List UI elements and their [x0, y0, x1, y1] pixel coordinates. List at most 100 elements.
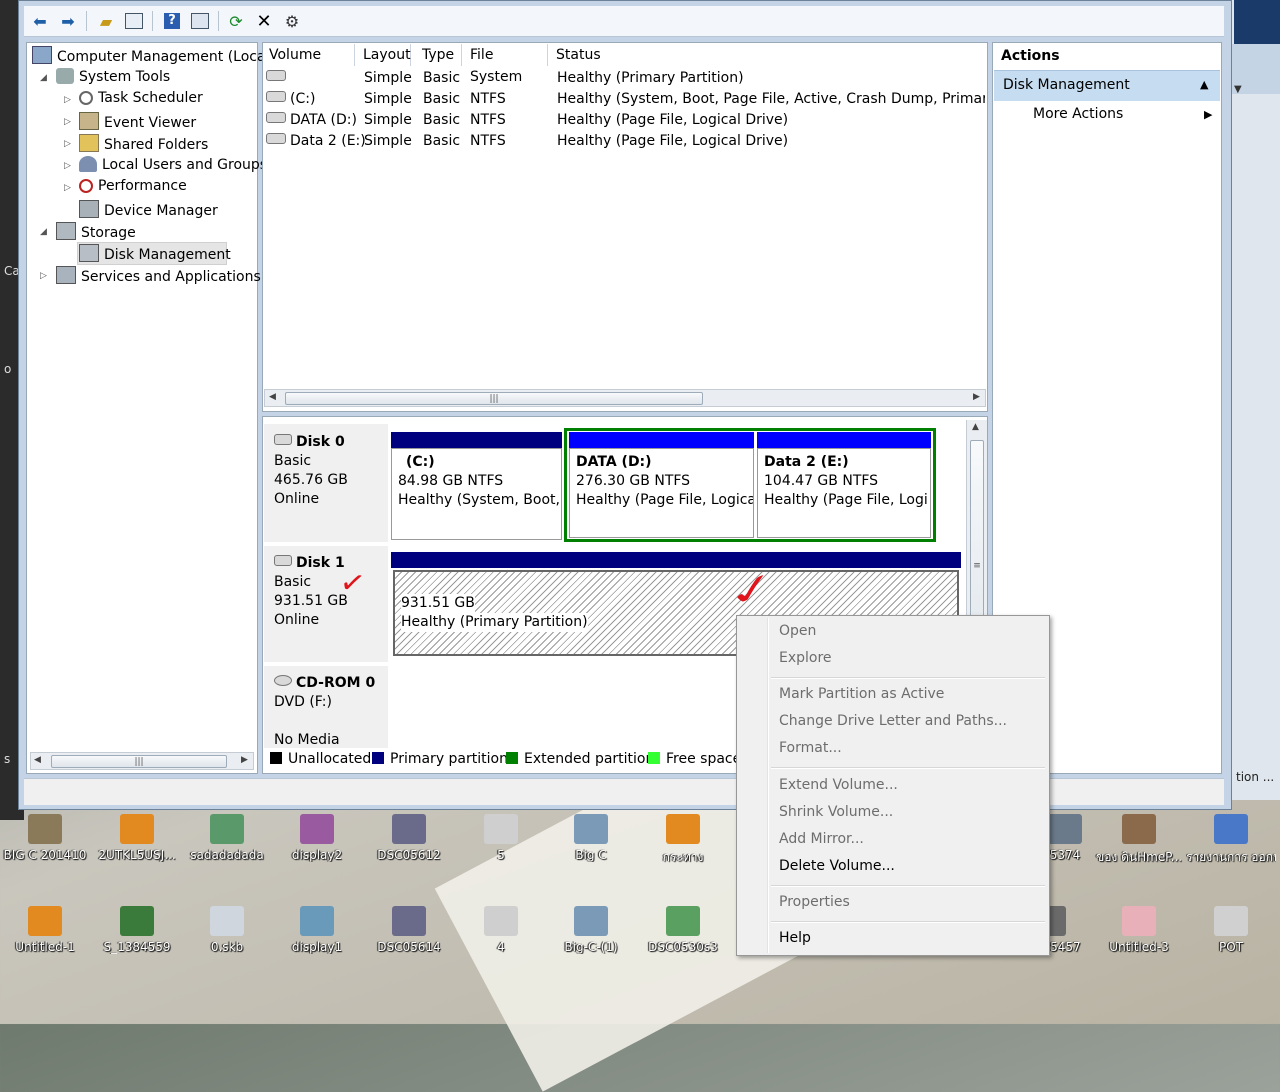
- actions-section-disk-management[interactable]: Disk Management ▲: [994, 70, 1220, 101]
- scroll-right-icon[interactable]: ▶: [241, 755, 248, 765]
- expand-arrow-icon[interactable]: ▷: [64, 117, 71, 127]
- desktop-icon[interactable]: DSC0530s3: [638, 906, 728, 954]
- desktop-icon[interactable]: 5: [456, 814, 546, 862]
- show-hide-tree-icon[interactable]: [122, 9, 146, 33]
- menu-item-explore[interactable]: Explore: [779, 650, 832, 666]
- menu-item-properties[interactable]: Properties: [779, 894, 850, 910]
- scroll-left-icon[interactable]: ◀: [34, 755, 41, 765]
- settings-icon[interactable]: ⚙: [280, 9, 304, 33]
- file-icon: [392, 814, 426, 844]
- desktop-icon[interactable]: display2: [272, 814, 362, 862]
- column-header-file-system[interactable]: File System: [464, 44, 548, 85]
- desktop-icon[interactable]: DSC05614: [364, 906, 454, 954]
- desktop-icon[interactable]: DSC05612: [364, 814, 454, 862]
- menu-item-format[interactable]: Format...: [779, 740, 842, 756]
- menu-item-mark-active[interactable]: Mark Partition as Active: [779, 686, 944, 702]
- tree-item-disk-management[interactable]: Disk Management: [79, 244, 231, 263]
- tree-item-performance[interactable]: Performance: [79, 178, 187, 194]
- expand-arrow-icon[interactable]: ▷: [64, 95, 71, 105]
- tree-item-system-tools[interactable]: System Tools: [56, 68, 170, 85]
- scroll-right-icon[interactable]: ▶: [973, 392, 980, 402]
- disk1-label: Disk 1 Basic 931.51 GB Online: [274, 555, 348, 628]
- file-icon: [574, 906, 608, 936]
- back-arrow-icon[interactable]: ⬅: [28, 9, 52, 33]
- desktop-icon-label: 4: [497, 940, 505, 954]
- fs-cell: NTFS: [470, 112, 506, 128]
- desktop-icon-label: POT: [1218, 940, 1243, 954]
- tree-item-storage[interactable]: Storage: [56, 222, 136, 241]
- cdrom-label: CD-ROM 0 DVD (F:) No Media: [274, 675, 376, 748]
- column-header-layout[interactable]: Layout: [357, 44, 411, 66]
- partition-c[interactable]: (C:) 84.98 GB NTFS Healthy (System, Boot…: [391, 448, 562, 540]
- desktop-icon[interactable]: 0.skb: [182, 906, 272, 954]
- desktop-icon-label: Big-C-(1): [564, 940, 618, 954]
- column-header-volume[interactable]: Volume: [263, 44, 355, 66]
- collapse-up-icon[interactable]: ▲: [1200, 78, 1208, 91]
- menu-item-add-mirror[interactable]: Add Mirror...: [779, 831, 864, 847]
- volume-cell: Data 2 (E:): [266, 133, 366, 149]
- expand-arrow-icon[interactable]: ▷: [64, 161, 71, 171]
- up-folder-icon[interactable]: ▰: [94, 9, 118, 33]
- expand-arrow-icon[interactable]: ▷: [40, 271, 47, 281]
- volume-list-horizontal-scrollbar[interactable]: ◀ ||| ▶: [264, 389, 986, 407]
- desktop-icon-label: sadadadada: [190, 848, 264, 862]
- tree-horizontal-scrollbar[interactable]: ◀ ||| ▶: [30, 752, 254, 770]
- scrollbar-thumb[interactable]: |||: [51, 755, 227, 768]
- partition-data-d[interactable]: DATA (D:) 276.30 GB NTFS Healthy (Page F…: [569, 448, 754, 538]
- desktop-icon[interactable]: display1: [272, 906, 362, 954]
- desktop-icon[interactable]: sadadadada: [182, 814, 272, 862]
- desktop-icon[interactable]: Untitled-1: [0, 906, 90, 954]
- desktop-icon[interactable]: 4: [456, 906, 546, 954]
- scrollbar-thumb[interactable]: |||: [285, 392, 703, 405]
- expand-arrow-icon[interactable]: ▷: [64, 139, 71, 149]
- desktop-icon[interactable]: รายงานการ ออกปฏิบัติงาน: [1186, 814, 1276, 867]
- scroll-up-icon[interactable]: ▲: [972, 422, 979, 432]
- desktop-icon[interactable]: BIG C 201410: [0, 814, 90, 862]
- device-manager-icon: [79, 200, 99, 218]
- menu-item-change-drive-letter[interactable]: Change Drive Letter and Paths...: [779, 713, 1007, 729]
- tree-item-event-viewer[interactable]: Event Viewer: [79, 112, 196, 131]
- disk-icon: [274, 555, 292, 566]
- menu-item-delete-volume[interactable]: Delete Volume...: [779, 858, 895, 874]
- collapse-arrow-icon[interactable]: ◢: [40, 73, 47, 83]
- desktop-icon[interactable]: ของ ดินHmeP...: [1094, 814, 1184, 867]
- partition-data2-e[interactable]: Data 2 (E:) 104.47 GB NTFS Healthy (Page…: [757, 448, 931, 538]
- partition-header-c: [391, 432, 562, 448]
- tree-item-shared-folders[interactable]: Shared Folders: [79, 134, 208, 153]
- tree-item-computer-management[interactable]: Computer Management (Local: [32, 46, 269, 65]
- file-icon: [300, 814, 334, 844]
- menu-item-extend-volume[interactable]: Extend Volume...: [779, 777, 898, 793]
- delete-icon[interactable]: ✕: [252, 9, 276, 33]
- desktop-icon-label: display2: [291, 848, 343, 862]
- properties-icon[interactable]: [188, 9, 212, 33]
- tree-item-services-applications[interactable]: Services and Applications: [56, 266, 261, 285]
- more-actions-link[interactable]: More Actions: [1033, 106, 1123, 122]
- tree-item-device-manager[interactable]: Device Manager: [79, 200, 218, 219]
- forward-arrow-icon[interactable]: ➡: [56, 9, 80, 33]
- tree-item-task-scheduler[interactable]: Task Scheduler: [79, 90, 203, 106]
- expand-arrow-icon[interactable]: ▷: [64, 183, 71, 193]
- menu-item-shrink-volume[interactable]: Shrink Volume...: [779, 804, 893, 820]
- desktop-icon[interactable]: Untitled-3: [1094, 906, 1184, 954]
- scroll-left-icon[interactable]: ◀: [269, 392, 276, 402]
- desktop-icon[interactable]: กระทาง: [638, 814, 728, 867]
- file-icon: [392, 906, 426, 936]
- collapse-arrow-icon[interactable]: ◢: [40, 227, 47, 237]
- menu-item-help[interactable]: Help: [779, 930, 811, 946]
- status-cell: Healthy (Page File, Logical Drive): [557, 133, 789, 149]
- desktop-icon[interactable]: 2UTKL5USJ...: [92, 814, 182, 862]
- column-header-type[interactable]: Type: [416, 44, 462, 66]
- tree-item-local-users[interactable]: Local Users and Groups: [79, 156, 267, 173]
- desktop-icon[interactable]: Big-C-(1): [546, 906, 636, 954]
- desktop-icon[interactable]: S_1384559: [92, 906, 182, 954]
- actions-title: Actions: [1001, 48, 1060, 64]
- help-icon[interactable]: ?: [160, 9, 184, 33]
- desktop-icon[interactable]: POT: [1186, 906, 1276, 954]
- desktop-icon-label: Untitled-3: [1109, 940, 1169, 954]
- fs-cell: NTFS: [470, 91, 506, 107]
- desktop-icon-label: กระทาง: [662, 850, 704, 864]
- desktop-icon[interactable]: Big C: [546, 814, 636, 862]
- column-header-status[interactable]: Status: [550, 44, 986, 66]
- refresh-icon[interactable]: ⟳: [224, 9, 248, 33]
- menu-item-open[interactable]: Open: [779, 623, 816, 639]
